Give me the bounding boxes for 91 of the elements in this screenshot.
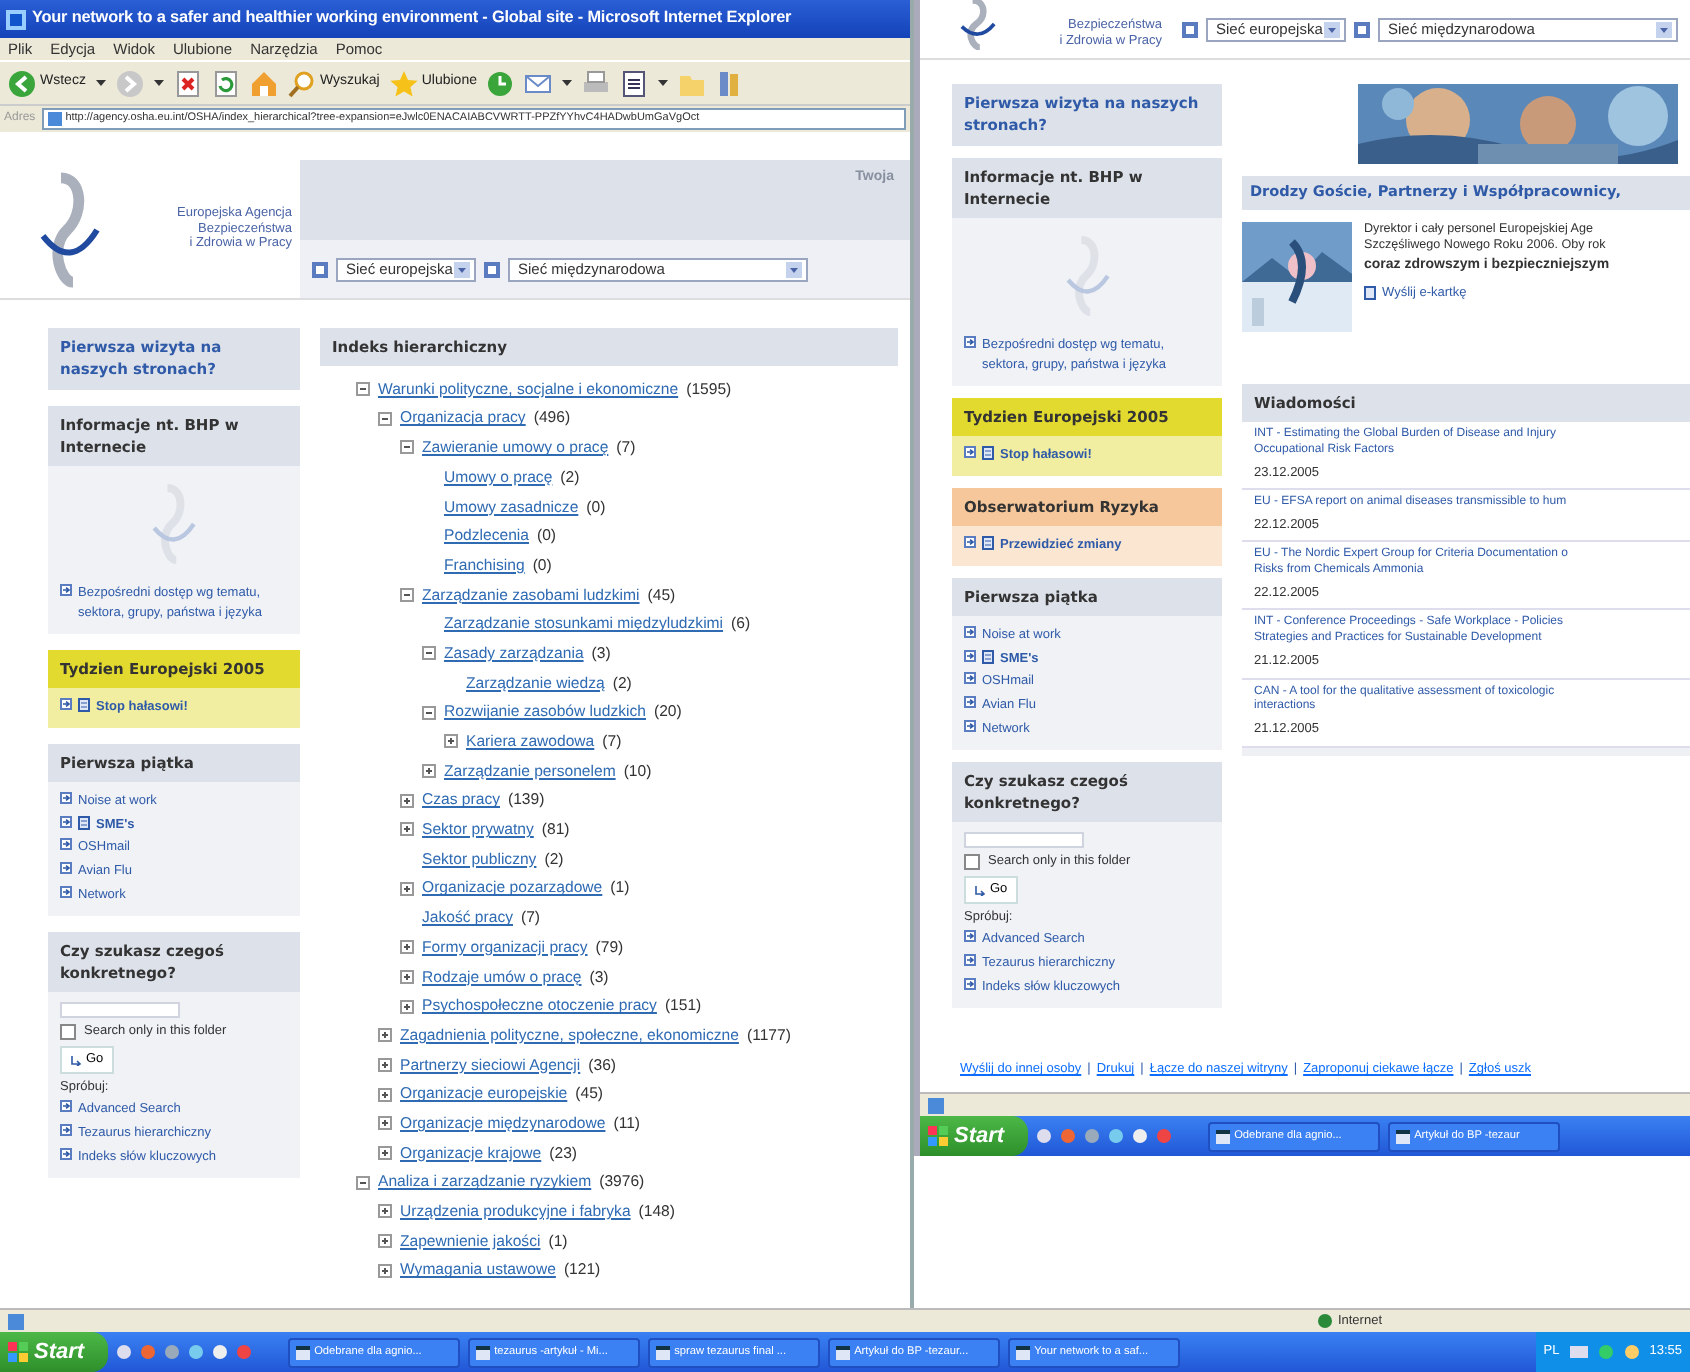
printer-icon[interactable] <box>582 69 611 97</box>
arrow-icon <box>964 649 976 661</box>
caret-icon <box>1324 21 1340 37</box>
arrow-icon <box>60 584 72 596</box>
arrow-icon <box>964 930 976 943</box>
enter-icon <box>974 883 986 896</box>
search-icon <box>287 69 316 97</box>
arrow-icon <box>60 1147 72 1160</box>
expander-icon[interactable] <box>378 1028 392 1043</box>
logo-icon <box>40 171 100 287</box>
expander-icon[interactable] <box>378 411 392 426</box>
arrow-icon <box>964 672 976 685</box>
logo-icon <box>152 484 196 564</box>
logo-icon <box>1065 236 1109 316</box>
window-icon <box>476 1345 491 1359</box>
keyboard-icon <box>1569 1346 1588 1358</box>
expander-icon[interactable] <box>356 382 370 397</box>
expander-icon[interactable] <box>356 1175 370 1190</box>
caret-icon[interactable] <box>153 78 164 88</box>
arrow-icon <box>60 862 72 874</box>
checkbox[interactable] <box>964 853 980 870</box>
arrow-icon <box>60 1124 72 1136</box>
document-icon <box>1364 286 1376 301</box>
window-icon <box>656 1345 671 1359</box>
window-icon <box>836 1345 851 1359</box>
clock-icon[interactable] <box>486 69 515 97</box>
square-icon <box>312 261 328 277</box>
arrow-icon <box>964 977 976 990</box>
arrow-icon <box>964 696 976 708</box>
expander-icon[interactable] <box>400 999 414 1014</box>
caret-icon[interactable] <box>95 78 106 88</box>
expander-icon[interactable] <box>378 1263 392 1278</box>
caret-icon[interactable] <box>658 78 669 88</box>
square-icon <box>1182 21 1198 37</box>
expander-icon[interactable] <box>400 881 414 896</box>
expander-icon[interactable] <box>400 793 414 808</box>
arrow-icon <box>964 336 976 348</box>
stop-icon[interactable] <box>173 69 202 97</box>
window-icon <box>296 1345 311 1359</box>
expander-icon[interactable] <box>378 1087 392 1102</box>
square-icon <box>1354 21 1370 37</box>
checkbox[interactable] <box>60 1023 76 1040</box>
document-icon[interactable] <box>620 69 649 97</box>
arrow-icon <box>964 625 976 638</box>
arrow-icon <box>60 1100 72 1113</box>
arrow-icon <box>964 954 976 966</box>
expander-icon[interactable] <box>400 440 414 455</box>
window-icon <box>1396 1129 1411 1143</box>
arrow-icon <box>964 719 976 732</box>
expander-icon[interactable] <box>400 969 414 984</box>
search-field[interactable] <box>964 832 1084 848</box>
expander-icon[interactable] <box>378 1116 392 1131</box>
expander-icon[interactable] <box>422 705 436 720</box>
caret-icon <box>786 261 802 277</box>
window-title: Your network to a safer and healthier working environment - Global site - Microsoft Internet Explorer <box>32 6 792 31</box>
expander-icon[interactable] <box>422 646 436 661</box>
search-field[interactable] <box>60 1002 180 1018</box>
expander-icon[interactable] <box>378 1234 392 1249</box>
windows-logo-icon <box>928 1126 948 1146</box>
caret-icon <box>454 261 470 277</box>
arrow-icon <box>964 535 976 548</box>
window-icon <box>1016 1345 1031 1359</box>
expander-icon[interactable] <box>444 734 458 749</box>
expander-icon[interactable] <box>400 587 414 602</box>
arrow-icon <box>60 885 72 898</box>
arrow-icon <box>60 838 72 851</box>
expander-icon[interactable] <box>378 1204 392 1219</box>
arrow-icon <box>964 445 976 458</box>
caret-icon <box>1656 21 1672 37</box>
browser-icon <box>6 9 26 29</box>
expander-icon[interactable] <box>422 764 436 779</box>
windows-logo-icon <box>8 1342 28 1362</box>
expander-icon[interactable] <box>400 822 414 837</box>
star-icon <box>389 69 418 97</box>
caret-icon[interactable] <box>562 78 573 88</box>
logo-icon <box>960 0 996 50</box>
enter-icon <box>70 1053 82 1066</box>
expander-icon[interactable] <box>400 940 414 955</box>
expander-icon[interactable] <box>378 1145 392 1160</box>
start-button[interactable]: Start <box>920 1116 1029 1156</box>
mail-icon[interactable] <box>524 69 553 97</box>
window-icon <box>1216 1129 1231 1143</box>
globe-icon <box>1317 1314 1332 1328</box>
arrow-icon <box>60 815 72 827</box>
arrow-icon <box>60 791 72 804</box>
refresh-icon[interactable] <box>211 69 240 97</box>
square-icon <box>484 261 500 277</box>
back-icon <box>8 69 36 97</box>
start-button[interactable]: Start <box>0 1332 109 1372</box>
arrow-icon <box>60 697 72 710</box>
expander-icon[interactable] <box>378 1057 392 1072</box>
